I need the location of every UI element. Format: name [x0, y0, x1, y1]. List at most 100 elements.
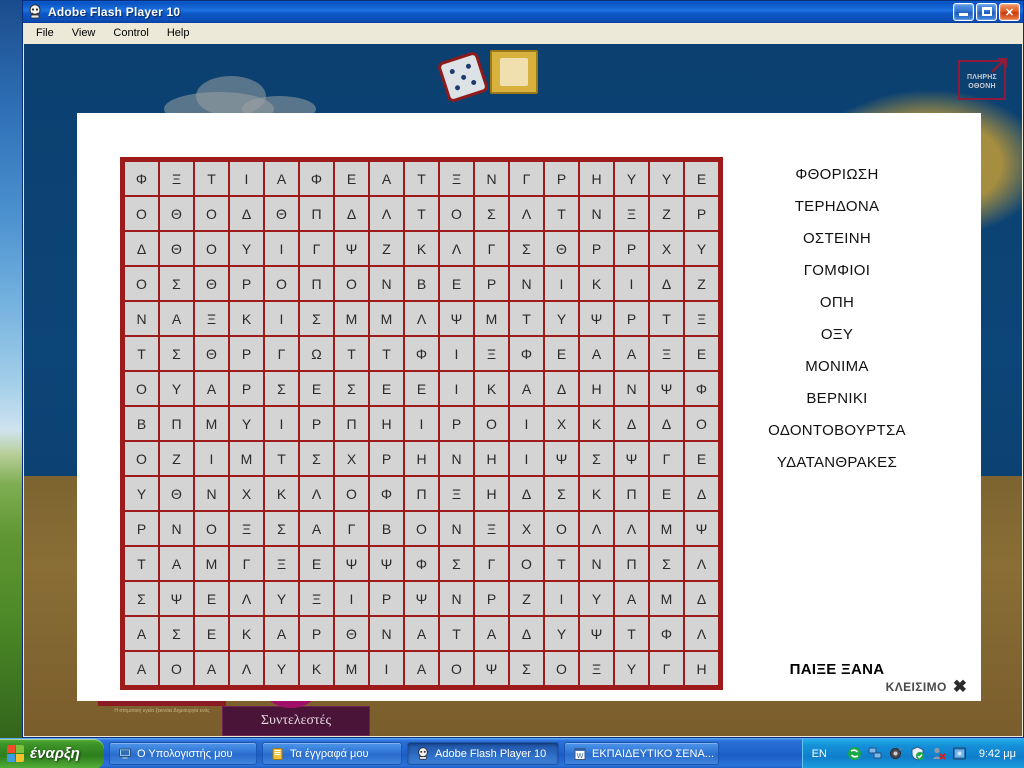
start-button[interactable]: έναρξη: [0, 738, 104, 768]
grid-cell[interactable]: Ψ: [650, 372, 683, 405]
grid-cell[interactable]: Α: [370, 162, 403, 195]
grid-cell[interactable]: Ξ: [195, 302, 228, 335]
grid-cell[interactable]: Τ: [405, 162, 438, 195]
maximize-button[interactable]: [976, 3, 997, 21]
grid-cell[interactable]: Γ: [300, 232, 333, 265]
credits-button[interactable]: Συντελεστές: [222, 706, 370, 736]
grid-cell[interactable]: Ο: [405, 512, 438, 545]
grid-cell[interactable]: Ο: [545, 652, 578, 685]
grid-cell[interactable]: Ρ: [230, 372, 263, 405]
grid-cell[interactable]: Μ: [370, 302, 403, 335]
grid-cell[interactable]: Ο: [440, 197, 473, 230]
grid-cell[interactable]: Υ: [545, 302, 578, 335]
grid-cell[interactable]: Ψ: [370, 547, 403, 580]
grid-cell[interactable]: Λ: [685, 617, 718, 650]
grid-cell[interactable]: Τ: [265, 442, 298, 475]
grid-cell[interactable]: Τ: [510, 302, 543, 335]
taskbar-clock[interactable]: 9:42 μμ: [979, 748, 1016, 760]
grid-cell[interactable]: Α: [300, 512, 333, 545]
grid-cell[interactable]: Ρ: [230, 337, 263, 370]
grid-cell[interactable]: Χ: [545, 407, 578, 440]
grid-cell[interactable]: Τ: [335, 337, 368, 370]
grid-cell[interactable]: Ο: [125, 372, 158, 405]
grid-cell[interactable]: Ν: [125, 302, 158, 335]
close-panel-button[interactable]: ΚΛΕΙΣΙΜΟ ✖: [886, 678, 967, 695]
grid-cell[interactable]: Ξ: [615, 197, 648, 230]
grid-cell[interactable]: Ι: [440, 372, 473, 405]
grid-cell[interactable]: Π: [300, 267, 333, 300]
grid-cell[interactable]: Π: [615, 547, 648, 580]
grid-cell[interactable]: Ι: [370, 652, 403, 685]
grid-cell[interactable]: Σ: [160, 267, 193, 300]
grid-cell[interactable]: Λ: [615, 512, 648, 545]
grid-cell[interactable]: Η: [580, 372, 613, 405]
grid-cell[interactable]: Ι: [265, 232, 298, 265]
grid-cell[interactable]: Ρ: [300, 617, 333, 650]
grid-cell[interactable]: Ρ: [475, 267, 508, 300]
grid-cell[interactable]: Ο: [160, 652, 193, 685]
grid-cell[interactable]: Χ: [335, 442, 368, 475]
grid-cell[interactable]: Μ: [335, 652, 368, 685]
grid-cell[interactable]: Α: [265, 617, 298, 650]
grid-cell[interactable]: Ν: [195, 477, 228, 510]
grid-cell[interactable]: Δ: [230, 197, 263, 230]
sync-icon[interactable]: [847, 746, 862, 761]
grid-cell[interactable]: Π: [615, 477, 648, 510]
grid-cell[interactable]: Ρ: [545, 162, 578, 195]
grid-cell[interactable]: Ε: [545, 337, 578, 370]
grid-cell[interactable]: Ο: [125, 197, 158, 230]
grid-cell[interactable]: Ρ: [580, 232, 613, 265]
grid-cell[interactable]: Ι: [265, 407, 298, 440]
grid-cell[interactable]: Ο: [125, 267, 158, 300]
grid-cell[interactable]: Υ: [580, 582, 613, 615]
grid-cell[interactable]: Υ: [230, 232, 263, 265]
grid-cell[interactable]: Ι: [510, 407, 543, 440]
grid-cell[interactable]: Δ: [685, 477, 718, 510]
grid-cell[interactable]: Ο: [545, 512, 578, 545]
grid-cell[interactable]: Υ: [615, 652, 648, 685]
grid-cell[interactable]: Σ: [545, 477, 578, 510]
grid-cell[interactable]: Ξ: [440, 162, 473, 195]
display-icon[interactable]: [952, 746, 967, 761]
grid-cell[interactable]: Π: [335, 407, 368, 440]
network-icon[interactable]: [868, 746, 883, 761]
grid-cell[interactable]: Ψ: [440, 302, 473, 335]
grid-cell[interactable]: Λ: [405, 302, 438, 335]
grid-cell[interactable]: Α: [615, 337, 648, 370]
grid-cell[interactable]: Μ: [195, 547, 228, 580]
grid-cell[interactable]: Τ: [125, 337, 158, 370]
grid-cell[interactable]: Σ: [160, 617, 193, 650]
grid-cell[interactable]: Θ: [195, 337, 228, 370]
grid-cell[interactable]: Γ: [510, 162, 543, 195]
grid-cell[interactable]: Δ: [335, 197, 368, 230]
grid-cell[interactable]: Τ: [545, 547, 578, 580]
grid-cell[interactable]: Ψ: [405, 582, 438, 615]
grid-cell[interactable]: Ψ: [475, 652, 508, 685]
grid-cell[interactable]: Λ: [230, 652, 263, 685]
grid-cell[interactable]: Α: [405, 652, 438, 685]
grid-cell[interactable]: Ξ: [160, 162, 193, 195]
grid-cell[interactable]: Κ: [405, 232, 438, 265]
grid-cell[interactable]: Σ: [300, 442, 333, 475]
grid-cell[interactable]: Δ: [510, 477, 543, 510]
grid-cell[interactable]: Δ: [545, 372, 578, 405]
volume-icon[interactable]: [889, 746, 904, 761]
grid-cell[interactable]: Μ: [230, 442, 263, 475]
grid-cell[interactable]: Ο: [440, 652, 473, 685]
grid-cell[interactable]: Φ: [405, 547, 438, 580]
grid-cell[interactable]: Τ: [650, 302, 683, 335]
grid-cell[interactable]: Τ: [615, 617, 648, 650]
grid-cell[interactable]: Ν: [580, 547, 613, 580]
grid-cell[interactable]: Α: [195, 372, 228, 405]
grid-cell[interactable]: Λ: [685, 547, 718, 580]
grid-cell[interactable]: Ξ: [440, 477, 473, 510]
grid-cell[interactable]: Η: [475, 477, 508, 510]
window-titlebar[interactable]: Adobe Flash Player 10 ✕: [23, 1, 1023, 23]
grid-cell[interactable]: Φ: [405, 337, 438, 370]
grid-cell[interactable]: Π: [160, 407, 193, 440]
menu-view[interactable]: View: [63, 25, 105, 41]
grid-cell[interactable]: Ν: [580, 197, 613, 230]
grid-cell[interactable]: Α: [125, 617, 158, 650]
taskbar-button-my-computer[interactable]: Ο Υπολογιστής μου: [109, 742, 257, 765]
grid-cell[interactable]: Θ: [160, 197, 193, 230]
